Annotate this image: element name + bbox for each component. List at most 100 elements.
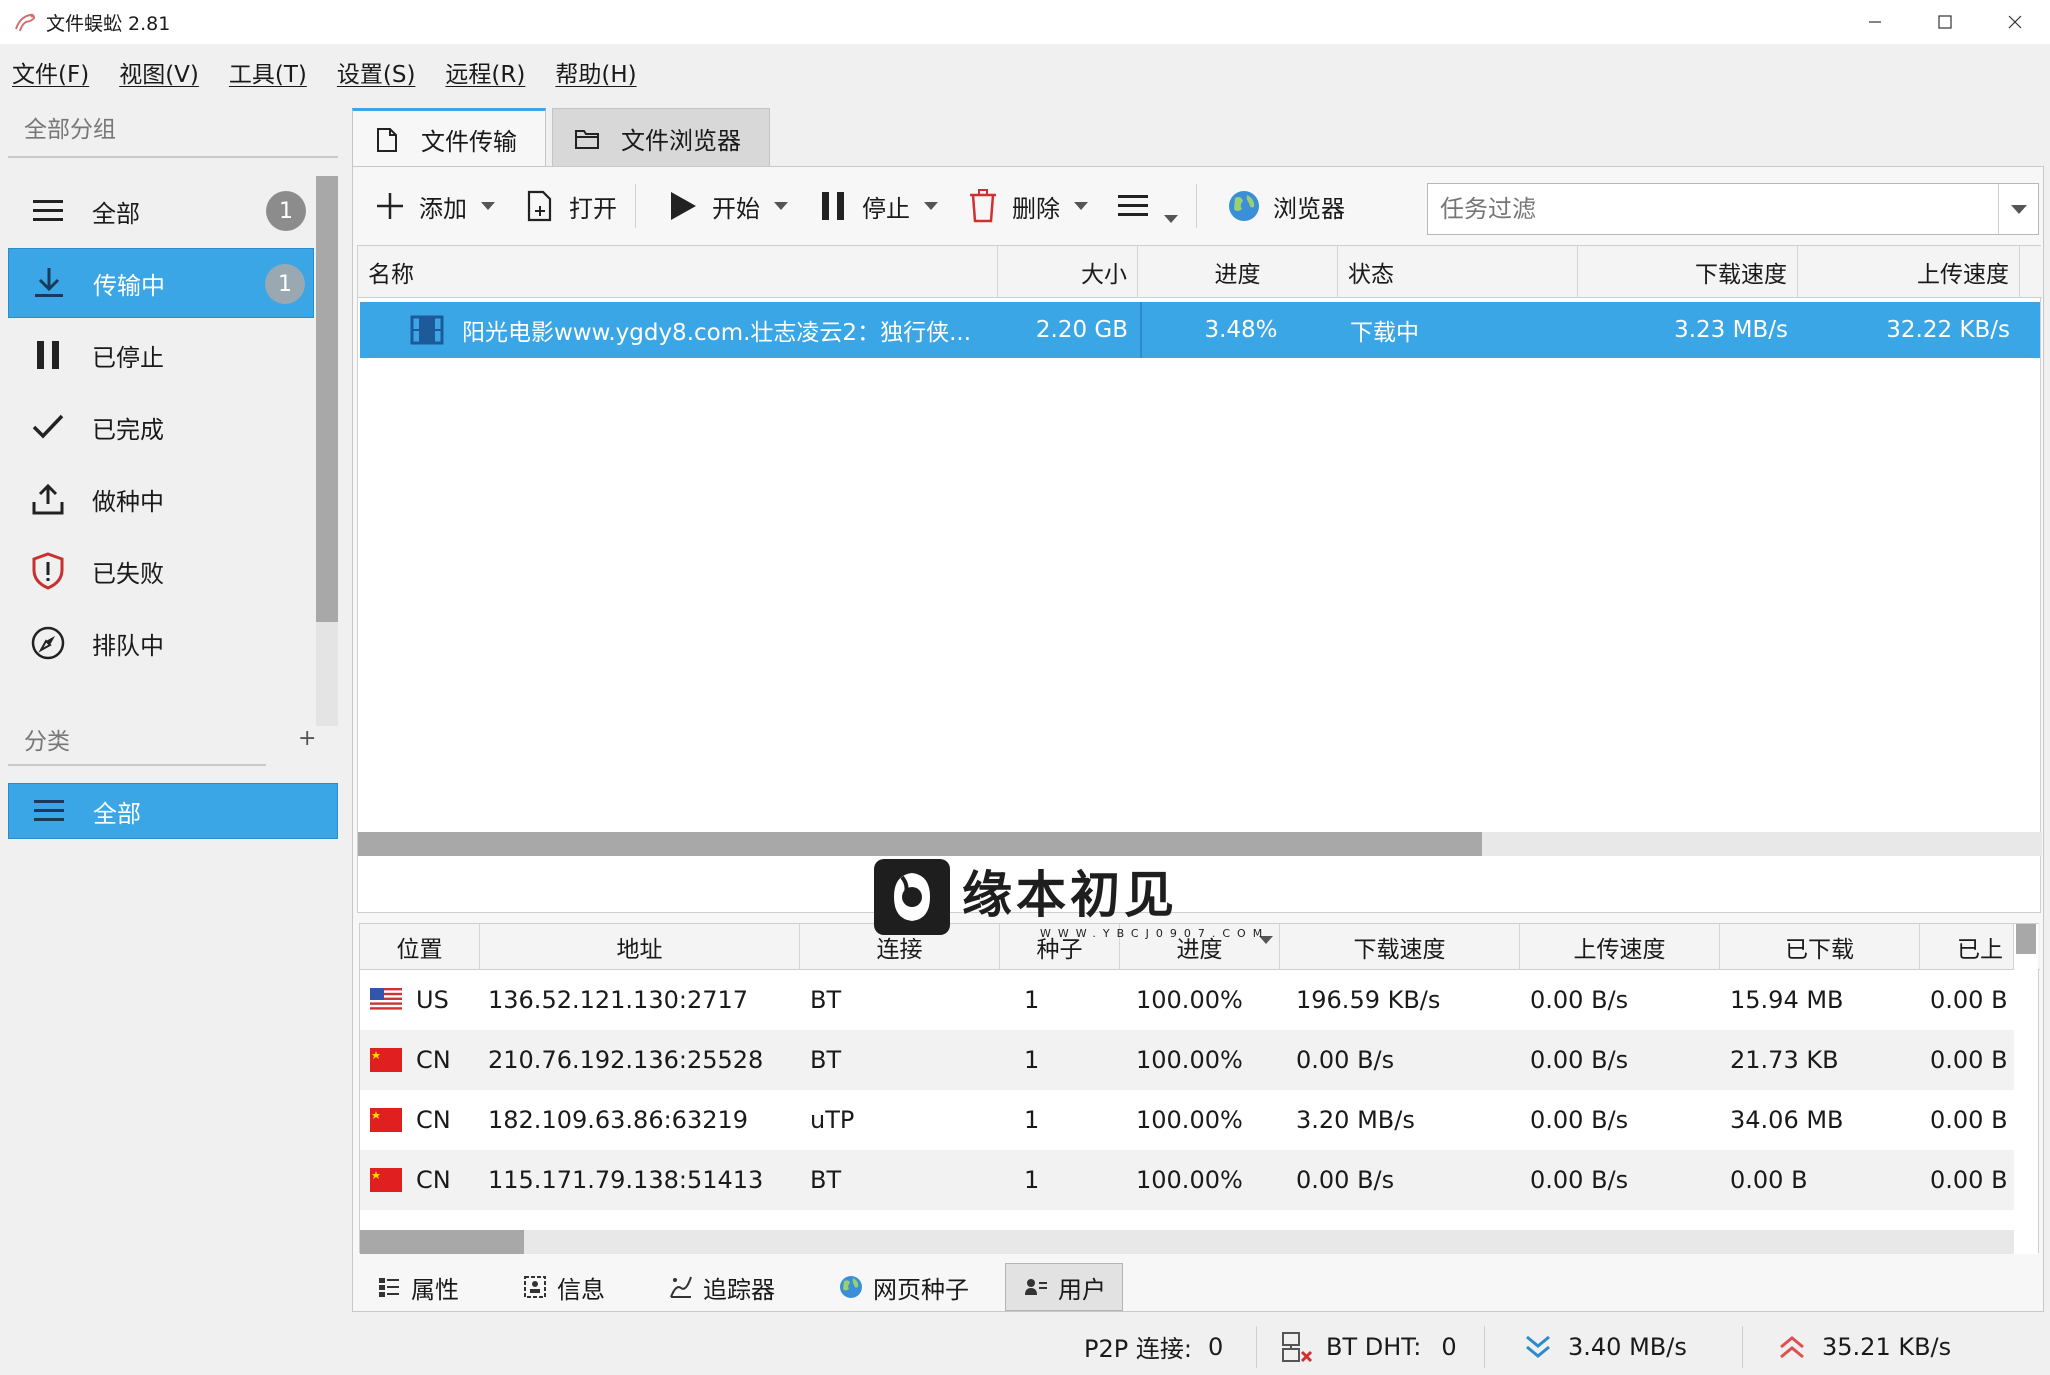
peer-address: 182.109.63.86:63219 [488, 1106, 749, 1134]
menu-remote[interactable]: 远程(R) [445, 55, 525, 89]
pause-icon [28, 335, 68, 375]
category-divider [8, 764, 266, 766]
table-row[interactable]: CN 210.76.192.136:25528 BT 1 100.00% 0.0… [360, 1030, 2014, 1090]
column-status[interactable]: 状态 [1338, 246, 1578, 298]
chevron-down-icon[interactable] [924, 202, 938, 210]
column-download-speed[interactable]: 下载速度 [1578, 246, 1798, 298]
open-label: 打开 [569, 194, 617, 223]
table-row[interactable]: CN 182.109.63.86:63219 uTP 1 100.00% 3.2… [360, 1090, 2014, 1150]
scrollbar-thumb[interactable] [2016, 924, 2036, 954]
stop-button[interactable]: 停止 [808, 182, 946, 230]
tab-file-transfer[interactable]: 文件传输 [352, 108, 546, 168]
scrollbar-thumb[interactable] [358, 832, 1482, 856]
group-header: 全部分组 [24, 117, 116, 143]
sidebar: 全部分组 全部 1 传输中 1 已停止 已完成 做种中 已失败 排队中 分类 +… [0, 100, 342, 1375]
transfer-horizontal-scrollbar[interactable] [358, 832, 2042, 856]
column-peer-download-speed[interactable]: 下载速度 [1280, 924, 1520, 970]
close-icon [2008, 15, 2022, 29]
tab-label: 文件传输 [421, 128, 517, 156]
start-button[interactable]: 开始 [658, 182, 796, 230]
column-progress[interactable]: 进度 [1138, 246, 1338, 298]
minimize-icon [1869, 21, 1881, 23]
task-filter-input[interactable] [1428, 195, 1998, 223]
column-upload-speed[interactable]: 上传速度 [1798, 246, 2020, 298]
peers-vertical-scrollbar[interactable] [2014, 924, 2038, 1254]
minimize-button[interactable] [1840, 0, 1910, 44]
delete-button[interactable]: 删除 [958, 182, 1096, 230]
category-header: 分类 [24, 729, 70, 755]
peer-uploaded: 0.00 B [1930, 986, 2008, 1014]
column-name[interactable]: 名称 [358, 246, 998, 298]
sidebar-scrollbar[interactable] [316, 176, 338, 622]
menu-help[interactable]: 帮助(H) [555, 55, 636, 89]
peer-country: CN [416, 1046, 451, 1074]
maximize-button[interactable] [1910, 0, 1980, 44]
toolbar-separator [1196, 184, 1197, 228]
group-divider [8, 156, 338, 158]
more-menu-button[interactable] [1108, 182, 1186, 230]
peer-connection: BT [810, 1166, 842, 1194]
filter-dropdown-button[interactable] [1998, 184, 2038, 234]
table-row[interactable]: US 136.52.121.130:2717 BT 1 100.00% 196.… [360, 970, 2014, 1030]
detail-tabs: 属性 信息 追踪器 网页种子 用户 [353, 1261, 2045, 1313]
peer-progress: 100.00% [1136, 1046, 1243, 1074]
tab-trackers[interactable]: 追踪器 [651, 1263, 791, 1311]
watermark-text: 缘本初见 [962, 865, 1178, 924]
table-row[interactable]: CN 115.171.79.138:51413 BT 1 100.00% 0.0… [360, 1150, 2014, 1210]
tab-file-browser[interactable]: 文件浏览器 [552, 108, 770, 168]
column-location[interactable]: 位置 [360, 924, 480, 970]
menu-file[interactable]: 文件(F) [12, 55, 89, 89]
tab-web-seeds[interactable]: 网页种子 [821, 1263, 985, 1311]
tab-info[interactable]: 信息 [505, 1263, 621, 1311]
menu-view[interactable]: 视图(V) [119, 55, 199, 89]
scrollbar-thumb[interactable] [360, 1230, 524, 1254]
transfer-size: 2.20 GB [1035, 317, 1128, 343]
tab-peers[interactable]: 用户 [1005, 1263, 1123, 1311]
p2p-label: P2P 连接: [1084, 1335, 1192, 1363]
tab-properties[interactable]: 属性 [359, 1263, 475, 1311]
column-size[interactable]: 大小 [998, 246, 1138, 298]
column-peer-upload-speed[interactable]: 上传速度 [1520, 924, 1720, 970]
window-title: 文件蜈蚣 2.81 [46, 12, 171, 35]
add-button[interactable]: 添加 [365, 182, 503, 230]
sidebar-item-transferring[interactable]: 传输中 1 [8, 248, 314, 318]
column-uploaded[interactable]: 已上 [1920, 924, 2014, 970]
sidebar-item-stopped[interactable]: 已停止 [8, 320, 314, 390]
add-category-button[interactable]: + [298, 726, 316, 751]
peers-horizontal-scrollbar[interactable] [360, 1230, 2014, 1254]
sidebar-item-label: 已完成 [92, 415, 164, 444]
delete-label: 删除 [1012, 194, 1060, 223]
column-downloaded[interactable]: 已下载 [1720, 924, 1920, 970]
chevron-down-icon[interactable] [1074, 202, 1088, 210]
pause-icon [816, 189, 850, 223]
chevron-down-icon[interactable] [1164, 215, 1178, 223]
sidebar-item-completed[interactable]: 已完成 [8, 392, 314, 462]
tab-label: 文件浏览器 [621, 127, 741, 155]
menu-settings[interactable]: 设置(S) [337, 55, 416, 89]
upload-icon [28, 479, 68, 519]
column-address[interactable]: 地址 [480, 924, 800, 970]
globe-icon [837, 1273, 865, 1301]
open-button[interactable]: 打开 [515, 182, 625, 230]
shield-alert-icon [28, 551, 68, 591]
peer-connection: BT [810, 986, 842, 1014]
chevron-down-icon[interactable] [481, 202, 495, 210]
peer-country: CN [416, 1106, 451, 1134]
close-button[interactable] [1980, 0, 2050, 44]
sidebar-item-all[interactable]: 全部 1 [8, 176, 314, 246]
task-filter[interactable] [1427, 183, 2039, 235]
peer-connection: uTP [810, 1106, 855, 1134]
sidebar-item-queued[interactable]: 排队中 [8, 608, 314, 678]
category-item-all[interactable]: 全部 [8, 783, 338, 839]
menu-tools[interactable]: 工具(T) [229, 55, 307, 89]
sidebar-item-failed[interactable]: 已失败 [8, 536, 314, 606]
table-row[interactable]: 阳光电影www.ygdy8.com.壮志凌云2：独行侠... 2.20 GB 3… [360, 302, 2040, 358]
tab-label: 网页种子 [873, 1275, 969, 1304]
document-icon [373, 126, 401, 154]
sidebar-item-seeding[interactable]: 做种中 [8, 464, 314, 534]
upload-speed-icon [1780, 1335, 1804, 1358]
chevron-down-icon[interactable] [774, 202, 788, 210]
properties-icon [375, 1273, 403, 1301]
browser-button[interactable]: 浏览器 [1219, 182, 1353, 230]
user-card-icon [1022, 1273, 1050, 1301]
